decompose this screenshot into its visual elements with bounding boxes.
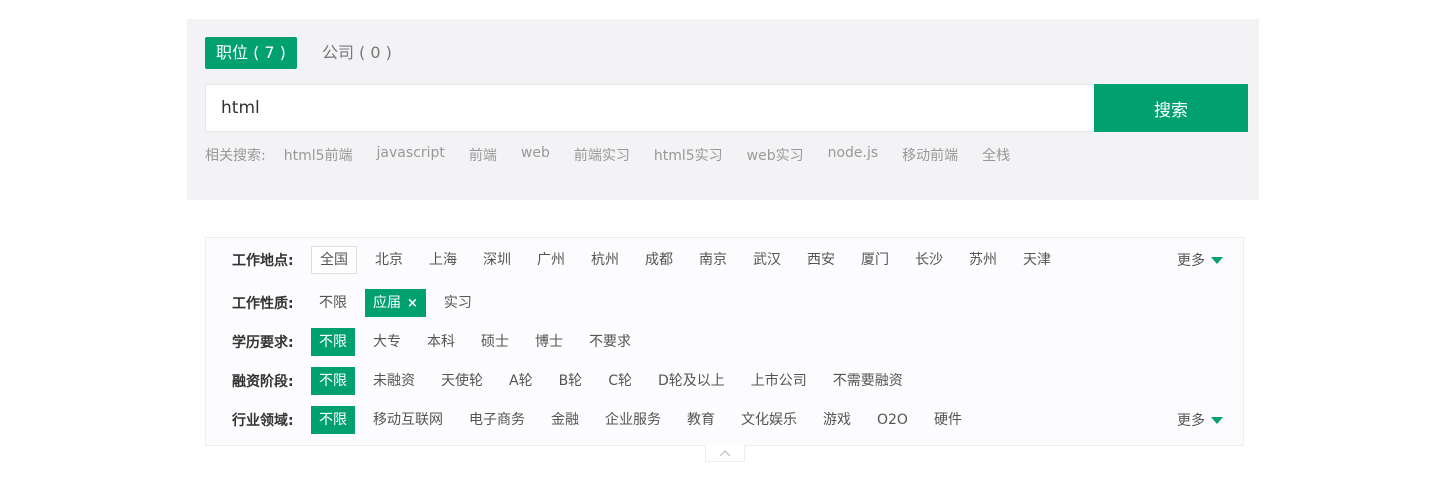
related-searches: 相关搜索: html5前端 javascript 前端 web 前端实习 htm…: [205, 145, 1034, 165]
funding-option[interactable]: B轮: [551, 367, 591, 395]
filter-row-nature: 工作性质: 不限 应届 × 实习: [232, 289, 490, 317]
close-icon[interactable]: ×: [407, 296, 418, 311]
filter-label-funding: 融资阶段:: [232, 374, 294, 390]
related-link[interactable]: html5前端: [284, 145, 353, 165]
collapse-filters-button[interactable]: [705, 445, 745, 462]
funding-option[interactable]: A轮: [501, 367, 541, 395]
tab-positions[interactable]: 职位 ( 7 ): [205, 37, 297, 69]
funding-option[interactable]: 上市公司: [743, 367, 815, 395]
search-panel: 职位 ( 7 ) 公司 ( 0 ) 搜索 相关搜索: html5前端 javas…: [187, 19, 1259, 200]
industry-option[interactable]: 教育: [679, 406, 723, 434]
search-button[interactable]: 搜索: [1094, 84, 1248, 132]
location-option[interactable]: 厦门: [853, 246, 897, 274]
industry-option[interactable]: 电子商务: [461, 406, 533, 434]
filter-label-industry: 行业领域:: [232, 413, 294, 429]
search-tabs: 职位 ( 7 ) 公司 ( 0 ): [205, 37, 417, 69]
triangle-down-icon: [1211, 256, 1223, 264]
related-link[interactable]: javascript: [377, 145, 445, 165]
industry-option[interactable]: 游戏: [815, 406, 859, 434]
related-link[interactable]: web: [521, 145, 550, 165]
tab-companies[interactable]: 公司 ( 0 ): [311, 37, 403, 69]
nature-option[interactable]: 实习: [436, 289, 480, 317]
industry-option[interactable]: 企业服务: [597, 406, 669, 434]
funding-option[interactable]: D轮及以上: [650, 367, 733, 395]
location-option[interactable]: 成都: [637, 246, 681, 274]
funding-option[interactable]: 不需要融资: [825, 367, 911, 395]
industry-option[interactable]: 文化娱乐: [733, 406, 805, 434]
location-option[interactable]: 天津: [1015, 246, 1059, 274]
industry-option[interactable]: 硬件: [926, 406, 970, 434]
nature-option-selected[interactable]: 应届 ×: [365, 289, 426, 317]
triangle-down-icon: [1211, 416, 1223, 424]
related-link[interactable]: 全栈: [982, 145, 1010, 165]
education-option[interactable]: 不要求: [581, 328, 639, 356]
search-input[interactable]: [205, 84, 1094, 132]
funding-option[interactable]: 天使轮: [433, 367, 491, 395]
location-option[interactable]: 南京: [691, 246, 735, 274]
industry-more-button[interactable]: 更多: [1177, 406, 1223, 434]
location-option[interactable]: 武汉: [745, 246, 789, 274]
location-option[interactable]: 杭州: [583, 246, 627, 274]
filter-panel: 工作地点: 全国 北京 上海 深圳 广州 杭州 成都 南京 武汉 西安 厦门 长…: [205, 237, 1244, 446]
industry-option[interactable]: O2O: [869, 406, 916, 434]
filter-label-education: 学历要求:: [232, 335, 294, 351]
related-link[interactable]: html5实习: [654, 145, 723, 165]
location-option[interactable]: 上海: [421, 246, 465, 274]
related-link[interactable]: 前端实习: [574, 145, 630, 165]
industry-option-selected[interactable]: 不限: [311, 406, 355, 434]
education-option[interactable]: 硕士: [473, 328, 517, 356]
more-label: 更多: [1177, 413, 1205, 429]
location-more-button[interactable]: 更多: [1177, 246, 1223, 274]
nature-option-label: 应届: [373, 295, 401, 311]
filter-label-location: 工作地点:: [232, 253, 294, 269]
filter-row-industry: 行业领域: 不限 移动互联网 电子商务 金融 企业服务 教育 文化娱乐 游戏 O…: [232, 406, 980, 434]
filter-row-funding: 融资阶段: 不限 未融资 天使轮 A轮 B轮 C轮 D轮及以上 上市公司 不需要…: [232, 367, 921, 395]
industry-option[interactable]: 移动互联网: [365, 406, 451, 434]
filter-row-education: 学历要求: 不限 大专 本科 硕士 博士 不要求: [232, 328, 649, 356]
search-row: 搜索: [205, 84, 1248, 132]
location-option[interactable]: 长沙: [907, 246, 951, 274]
funding-option-selected[interactable]: 不限: [311, 367, 355, 395]
more-label: 更多: [1177, 253, 1205, 269]
related-link[interactable]: web实习: [747, 145, 804, 165]
location-option[interactable]: 苏州: [961, 246, 1005, 274]
education-option[interactable]: 大专: [365, 328, 409, 356]
related-link[interactable]: node.js: [828, 145, 879, 165]
chevron-up-icon: [719, 449, 731, 457]
industry-option[interactable]: 金融: [543, 406, 587, 434]
funding-option[interactable]: C轮: [600, 367, 640, 395]
education-option[interactable]: 博士: [527, 328, 571, 356]
location-option[interactable]: 西安: [799, 246, 843, 274]
education-option[interactable]: 本科: [419, 328, 463, 356]
education-option-selected[interactable]: 不限: [311, 328, 355, 356]
nature-option[interactable]: 不限: [311, 289, 355, 317]
location-option[interactable]: 深圳: [475, 246, 519, 274]
filter-row-location: 工作地点: 全国 北京 上海 深圳 广州 杭州 成都 南京 武汉 西安 厦门 长…: [232, 246, 1069, 274]
location-option[interactable]: 北京: [367, 246, 411, 274]
related-link[interactable]: 移动前端: [902, 145, 958, 165]
related-label: 相关搜索:: [205, 148, 266, 164]
location-option-all[interactable]: 全国: [311, 246, 357, 274]
filter-label-nature: 工作性质:: [232, 296, 294, 312]
location-option[interactable]: 广州: [529, 246, 573, 274]
funding-option[interactable]: 未融资: [365, 367, 423, 395]
related-link[interactable]: 前端: [469, 145, 497, 165]
